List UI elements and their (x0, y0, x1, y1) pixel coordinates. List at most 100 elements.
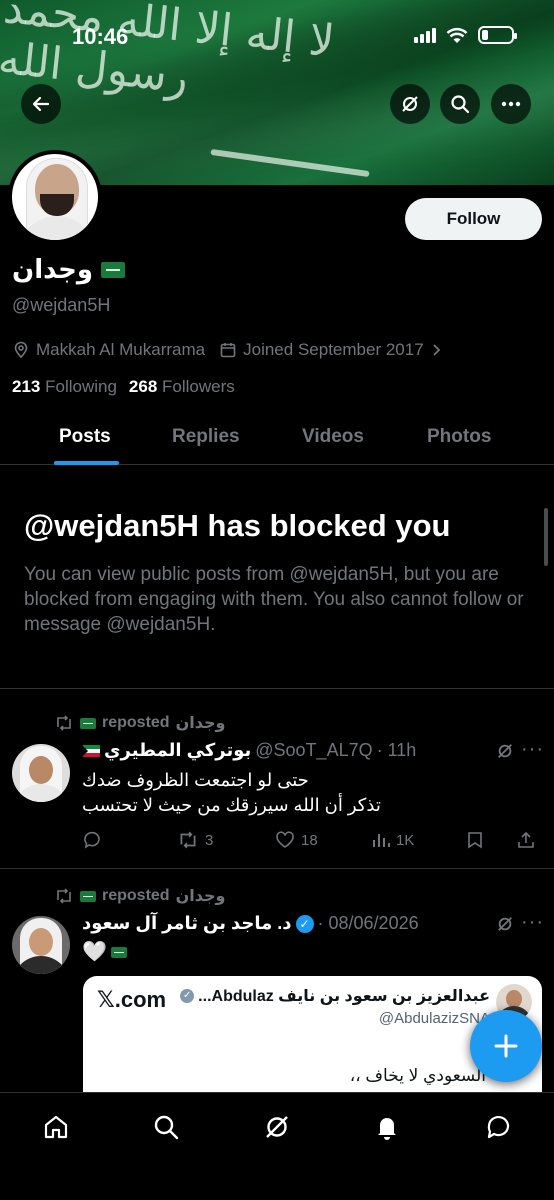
following-link[interactable]: 213 Following (12, 377, 117, 397)
display-name: وجدان (12, 254, 126, 285)
status-bar: 10:46 (0, 0, 554, 70)
nav-messages[interactable] (484, 1113, 512, 1146)
verified-badge-icon: ✓ (180, 989, 195, 1003)
saudi-flag-icon (110, 947, 127, 958)
tab-videos[interactable]: Videos (302, 426, 364, 448)
post-text-line: حتى لو اجتمعت الظروف ضدك (82, 770, 309, 790)
divider (0, 688, 554, 689)
repost-label: reposted (102, 714, 170, 731)
views-button[interactable]: 1K (372, 831, 467, 849)
share-icon (518, 831, 534, 848)
nav-notifications[interactable] (373, 1113, 401, 1146)
follow-counts: 213 Following 268 Followers (12, 377, 235, 397)
joined-text: Joined September 2017 (243, 340, 424, 359)
location-icon (14, 341, 28, 359)
post-text-line: تذكر أن الله سيرزقك من حيث لا تحتسب (82, 795, 381, 815)
reposter-name[interactable]: وجدان (176, 713, 226, 733)
battery-icon (478, 26, 517, 44)
plus-icon (494, 1034, 518, 1058)
nav-grok[interactable] (263, 1113, 291, 1146)
saudi-flag-icon (80, 717, 96, 729)
post-author-name[interactable]: د. ماجد بن ثامر آل سعود (82, 913, 292, 934)
repost-indicator: reposted وجدان (54, 713, 225, 733)
calendar-icon (220, 343, 236, 358)
bookmark-button[interactable] (467, 831, 517, 849)
grok-icon (266, 1116, 288, 1138)
location-text: Makkah Al Mukarrama (36, 340, 206, 359)
chat-icon (487, 1115, 510, 1139)
signal-icon (414, 27, 436, 43)
compose-button[interactable] (470, 1010, 542, 1082)
tab-active-indicator (54, 461, 119, 465)
quote-author-handle: @AbdulazizSNA (378, 1010, 490, 1027)
x-logo: 𝕏.com (97, 987, 167, 1012)
bell-icon (378, 1118, 396, 1140)
bookmark-icon (468, 832, 482, 849)
home-icon (44, 1115, 68, 1139)
scrollbar[interactable] (544, 508, 548, 566)
post-text: 🤍 (82, 940, 542, 965)
search-icon (154, 1115, 179, 1140)
divider (0, 868, 554, 869)
kuwait-flag-icon (82, 744, 100, 757)
like-button[interactable]: 18 (275, 831, 372, 849)
repost-icon (57, 888, 71, 904)
post-author-handle[interactable]: @SooT_AL7Q (255, 740, 372, 761)
post-time[interactable]: · 08/06/2026 (318, 913, 419, 934)
search-icon (451, 95, 470, 114)
saudi-flag-icon (80, 890, 96, 902)
status-icons (414, 26, 517, 44)
repost-indicator: reposted وجدان (54, 886, 225, 906)
profile-tabs: Posts Replies Videos Photos (0, 410, 554, 465)
share-button[interactable] (517, 831, 535, 849)
status-time: 10:46 (72, 24, 129, 49)
tab-photos[interactable]: Photos (427, 426, 491, 448)
quote-text: السعودي لا يخاف ،، (349, 1066, 486, 1085)
post-actions: 3 18 1K (82, 830, 542, 850)
profile-avatar[interactable] (8, 150, 102, 244)
back-button[interactable] (21, 84, 61, 124)
wifi-icon (446, 27, 468, 43)
post-header: د. ماجد بن ثامر آل سعود ✓ · 08/06/2026 (82, 913, 419, 934)
search-button[interactable] (440, 84, 480, 124)
post-time[interactable]: · 11h (377, 740, 417, 761)
chart-bars-icon (373, 834, 390, 847)
heart-icon (276, 831, 294, 848)
display-name-text: وجدان (12, 254, 94, 284)
post-author-avatar[interactable] (12, 744, 70, 802)
nav-explore[interactable] (152, 1113, 180, 1146)
post-author-avatar[interactable] (12, 916, 70, 974)
more-icon[interactable]: ··· (521, 738, 544, 761)
more-icon (501, 101, 521, 107)
profile-handle: @wejdan5H (12, 295, 111, 315)
repost-button[interactable]: 3 (177, 831, 275, 849)
post-author-name[interactable]: بوتركي المطيري (104, 740, 251, 761)
grok-icon[interactable] (496, 915, 514, 933)
blocked-message: You can view public posts from @wejdan5H… (24, 564, 524, 635)
grok-icon (402, 96, 418, 112)
tab-replies[interactable]: Replies (172, 426, 240, 448)
repost-icon (57, 715, 71, 731)
blocked-title: @wejdan5H has blocked you (24, 508, 451, 543)
followers-link[interactable]: 268 Followers (129, 377, 235, 397)
follow-button[interactable]: Follow (405, 198, 542, 240)
reply-icon (84, 831, 100, 849)
more-icon[interactable]: ··· (521, 911, 544, 934)
post-header: بوتركي المطيري @SooT_AL7Q · 11h (82, 740, 416, 761)
more-button[interactable] (491, 84, 531, 124)
grok-icon[interactable] (496, 742, 514, 760)
chevron-right-icon[interactable] (430, 343, 442, 357)
repost-icon (180, 831, 196, 849)
verified-badge-icon: ✓ (295, 914, 314, 933)
post-text: حتى لو اجتمعت الظروف ضدك تذكر أن الله سي… (82, 768, 542, 818)
tab-posts[interactable]: Posts (59, 426, 111, 448)
repost-label: reposted (102, 887, 170, 904)
saudi-flag-icon (101, 261, 126, 278)
views-count: 1K (396, 831, 415, 849)
grok-button[interactable] (390, 84, 430, 124)
repost-count: 3 (205, 831, 214, 849)
nav-home[interactable] (42, 1113, 70, 1146)
reply-button[interactable] (82, 830, 177, 850)
reposter-name[interactable]: وجدان (176, 886, 226, 906)
like-count: 18 (301, 831, 318, 849)
